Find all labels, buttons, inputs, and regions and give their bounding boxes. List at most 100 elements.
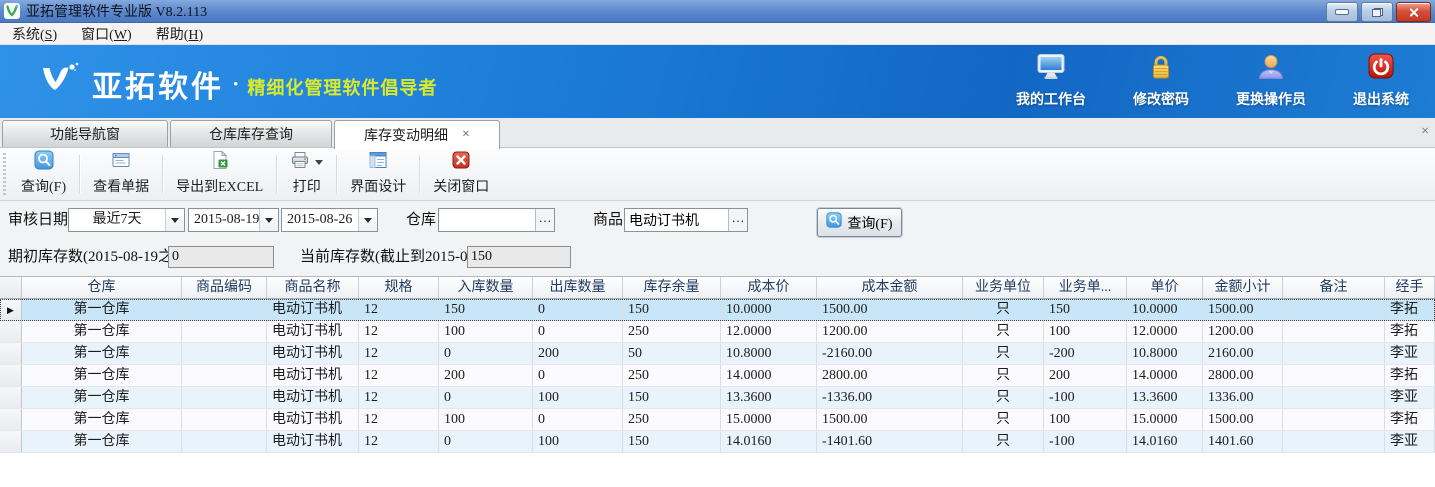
table-cell[interactable]: 100: [1044, 409, 1127, 430]
ui-design-button[interactable]: 界面设计: [338, 148, 418, 200]
table-cell[interactable]: 第一仓库: [22, 387, 182, 408]
menu-help[interactable]: 帮助(H): [144, 23, 215, 44]
table-cell[interactable]: 只: [963, 321, 1044, 342]
table-cell[interactable]: 第一仓库: [22, 343, 182, 364]
table-cell[interactable]: 1336.00: [1203, 387, 1283, 408]
column-header[interactable]: 库存余量: [623, 277, 721, 298]
table-cell[interactable]: 12: [359, 321, 439, 342]
column-header[interactable]: 商品编码: [182, 277, 267, 298]
table-cell[interactable]: 100: [439, 321, 533, 342]
column-header[interactable]: 规格: [359, 277, 439, 298]
table-cell[interactable]: 第一仓库: [22, 409, 182, 430]
table-cell[interactable]: -2160.00: [817, 343, 963, 364]
tab-warehouse-stock[interactable]: 仓库库存查询: [170, 120, 332, 147]
column-header[interactable]: 入库数量: [439, 277, 533, 298]
table-cell[interactable]: 电动订书机: [267, 387, 359, 408]
table-cell[interactable]: 0: [439, 343, 533, 364]
table-cell[interactable]: 150: [439, 299, 533, 320]
table-cell[interactable]: 10.8000: [1127, 343, 1203, 364]
table-cell[interactable]: 13.3600: [1127, 387, 1203, 408]
table-cell[interactable]: 2800.00: [817, 365, 963, 386]
table-cell[interactable]: [1283, 321, 1385, 342]
table-cell[interactable]: 100: [1044, 321, 1127, 342]
column-header[interactable]: 成本金额: [817, 277, 963, 298]
table-cell[interactable]: 150: [623, 431, 721, 452]
table-cell[interactable]: 只: [963, 343, 1044, 364]
table-cell[interactable]: 250: [623, 365, 721, 386]
table-cell[interactable]: 12: [359, 409, 439, 430]
table-cell[interactable]: 李拓: [1385, 365, 1435, 386]
table-cell[interactable]: 100: [533, 387, 623, 408]
table-cell[interactable]: 第一仓库: [22, 321, 182, 342]
table-cell[interactable]: 李亚: [1385, 343, 1435, 364]
table-cell[interactable]: 15.0000: [1127, 409, 1203, 430]
table-cell[interactable]: 12: [359, 299, 439, 320]
table-cell[interactable]: 电动订书机: [267, 431, 359, 452]
table-row[interactable]: 第一仓库电动订书机12010015014.0160-1401.60只-10014…: [0, 431, 1435, 453]
table-cell[interactable]: 第一仓库: [22, 365, 182, 386]
table-cell[interactable]: 250: [623, 321, 721, 342]
table-cell[interactable]: [1283, 387, 1385, 408]
table-cell[interactable]: 12: [359, 343, 439, 364]
table-cell[interactable]: 150: [1044, 299, 1127, 320]
dropdown-button[interactable]: [358, 209, 377, 231]
table-cell[interactable]: [182, 321, 267, 342]
search-button[interactable]: 查询(F): [817, 208, 902, 237]
table-cell[interactable]: 12: [359, 431, 439, 452]
table-cell[interactable]: 1500.00: [817, 409, 963, 430]
dropdown-button[interactable]: [165, 209, 184, 231]
tab-stock-movement[interactable]: 库存变动明细 ×: [334, 120, 500, 149]
table-cell[interactable]: 15.0000: [721, 409, 817, 430]
table-cell[interactable]: -100: [1044, 431, 1127, 452]
table-cell[interactable]: 50: [623, 343, 721, 364]
column-header[interactable]: 业务单...: [1044, 277, 1127, 298]
row-selector-cell[interactable]: [0, 343, 22, 364]
table-cell[interactable]: 10.0000: [721, 299, 817, 320]
column-header[interactable]: 成本价: [721, 277, 817, 298]
table-row[interactable]: 第一仓库电动订书机1202005010.8000-2160.00只-20010.…: [0, 343, 1435, 365]
table-cell[interactable]: [182, 343, 267, 364]
table-cell[interactable]: 只: [963, 365, 1044, 386]
restore-button[interactable]: [1361, 2, 1393, 22]
table-cell[interactable]: [182, 409, 267, 430]
table-cell[interactable]: [182, 299, 267, 320]
table-cell[interactable]: 只: [963, 431, 1044, 452]
row-selector-header[interactable]: [0, 277, 22, 298]
table-cell[interactable]: 14.0000: [1127, 365, 1203, 386]
exit-system-button[interactable]: 退出系统: [1341, 53, 1421, 109]
table-cell[interactable]: 150: [623, 299, 721, 320]
table-row[interactable]: 第一仓库电动订书机12010015013.3600-1336.00只-10013…: [0, 387, 1435, 409]
view-voucher-button[interactable]: 查看单据: [81, 148, 161, 200]
column-header[interactable]: 商品名称: [267, 277, 359, 298]
minimize-button[interactable]: [1326, 2, 1358, 22]
table-cell[interactable]: -1336.00: [817, 387, 963, 408]
lookup-ellipsis-button[interactable]: …: [728, 209, 747, 231]
table-cell[interactable]: [182, 365, 267, 386]
table-cell[interactable]: 只: [963, 409, 1044, 430]
table-cell[interactable]: 100: [439, 409, 533, 430]
table-cell[interactable]: 1500.00: [1203, 409, 1283, 430]
tab-close-icon[interactable]: ×: [462, 128, 470, 142]
table-cell[interactable]: [1283, 431, 1385, 452]
table-cell[interactable]: 2800.00: [1203, 365, 1283, 386]
chevron-down-icon[interactable]: [315, 160, 323, 165]
dropdown-button[interactable]: [259, 209, 278, 231]
table-cell[interactable]: 电动订书机: [267, 343, 359, 364]
table-cell[interactable]: [1283, 299, 1385, 320]
table-cell[interactable]: 只: [963, 387, 1044, 408]
table-cell[interactable]: 100: [533, 431, 623, 452]
table-cell[interactable]: -100: [1044, 387, 1127, 408]
table-cell[interactable]: 12.0000: [1127, 321, 1203, 342]
column-header[interactable]: 金额小计: [1203, 277, 1283, 298]
column-header[interactable]: 业务单位: [963, 277, 1044, 298]
tabstrip-close-icon[interactable]: ×: [1421, 124, 1429, 140]
column-header[interactable]: 单价: [1127, 277, 1203, 298]
warehouse-input[interactable]: [439, 209, 535, 231]
table-cell[interactable]: 2160.00: [1203, 343, 1283, 364]
table-cell[interactable]: 李亚: [1385, 387, 1435, 408]
toolbar-grip[interactable]: [2, 153, 8, 195]
row-selector-cell[interactable]: [0, 365, 22, 386]
table-cell[interactable]: 李拓: [1385, 409, 1435, 430]
table-cell[interactable]: 1500.00: [1203, 299, 1283, 320]
menu-system[interactable]: 系统(S): [0, 23, 69, 44]
